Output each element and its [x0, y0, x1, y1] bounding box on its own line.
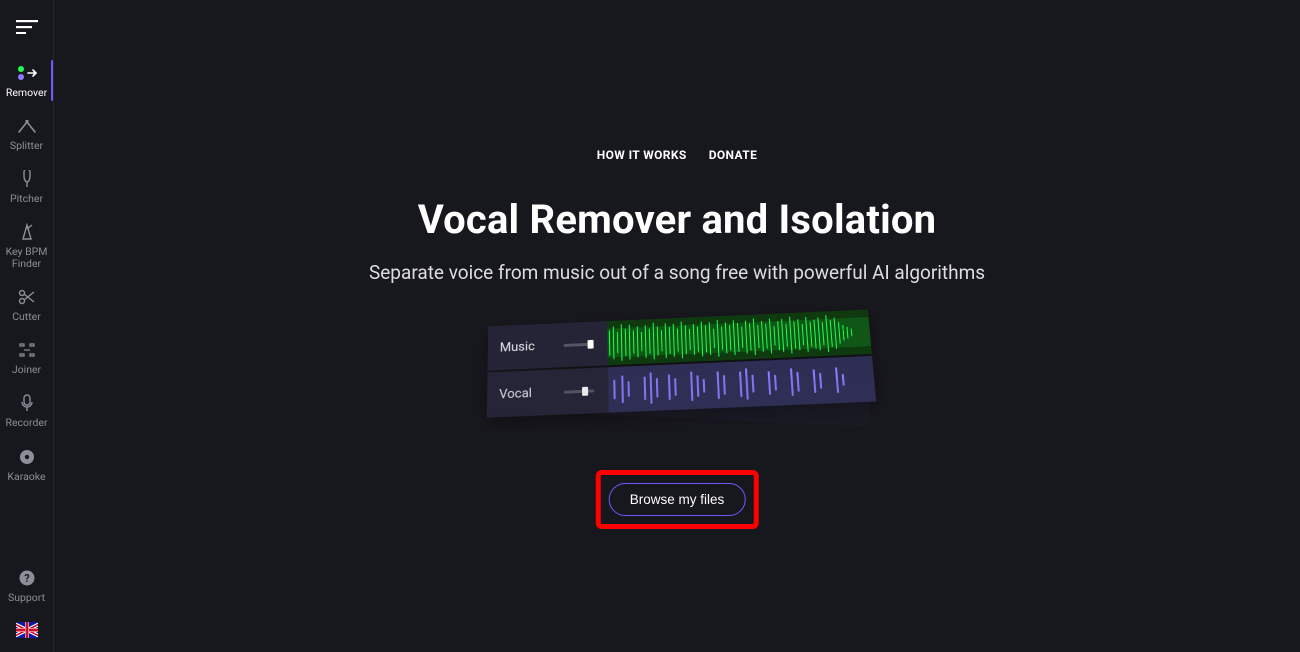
sidebar-item-label: Splitter: [10, 140, 43, 152]
nav-donate[interactable]: DONATE: [709, 148, 758, 162]
sidebar-item-label: Cutter: [12, 311, 41, 323]
sidebar-item-label: Support: [8, 592, 45, 604]
metronome-icon: [16, 222, 38, 242]
joiner-icon: [16, 340, 38, 360]
sidebar-item-label: Remover: [6, 87, 47, 99]
sidebar-item-joiner[interactable]: Joiner: [0, 331, 53, 384]
sidebar-item-splitter[interactable]: Splitter: [0, 107, 53, 160]
help-icon: ?: [16, 568, 38, 588]
scissors-icon: [16, 287, 38, 307]
browse-files-button[interactable]: Browse my files: [609, 483, 746, 516]
sidebar-item-karaoke[interactable]: Karaoke: [0, 438, 53, 491]
page-subtitle: Separate voice from music out of a song …: [369, 261, 985, 284]
sidebar-item-label: Joiner: [12, 364, 41, 376]
sidebar-item-remover[interactable]: Remover: [0, 54, 53, 107]
page-title: Vocal Remover and Isolation: [418, 196, 937, 243]
svg-text:?: ?: [24, 572, 30, 585]
splitter-icon: [16, 116, 38, 136]
sidebar-nav: Remover Splitter Pitcher: [0, 54, 53, 491]
sidebar-item-pitcher[interactable]: Pitcher: [0, 160, 53, 213]
remover-icon: [16, 63, 38, 83]
sidebar-item-label: Recorder: [5, 417, 47, 429]
pitcher-icon: [16, 169, 38, 189]
microphone-icon: [16, 393, 38, 413]
illustration: Music: [487, 318, 867, 458]
nav-how-it-works[interactable]: HOW IT WORKS: [597, 148, 687, 162]
menu-toggle[interactable]: [0, 0, 53, 54]
sidebar-item-recorder[interactable]: Recorder: [0, 384, 53, 437]
main-content: HOW IT WORKS DONATE Vocal Remover and Is…: [54, 0, 1300, 652]
sidebar-item-support[interactable]: ? Support: [8, 560, 45, 612]
hamburger-icon: [16, 17, 38, 37]
track-music-slider: [558, 321, 608, 367]
sidebar-item-label: Karaoke: [7, 471, 45, 483]
highlight-box: Browse my files: [596, 470, 759, 529]
sidebar-item-cutter[interactable]: Cutter: [0, 278, 53, 331]
sidebar-item-label: Pitcher: [10, 193, 43, 205]
sidebar: Remover Splitter Pitcher: [0, 0, 54, 652]
top-nav: HOW IT WORKS DONATE: [597, 148, 758, 162]
language-selector[interactable]: [16, 622, 38, 638]
disc-icon: [16, 447, 38, 467]
sidebar-item-label: Key BPM Finder: [6, 246, 48, 270]
sidebar-item-key-bpm-finder[interactable]: Key BPM Finder: [0, 213, 53, 278]
